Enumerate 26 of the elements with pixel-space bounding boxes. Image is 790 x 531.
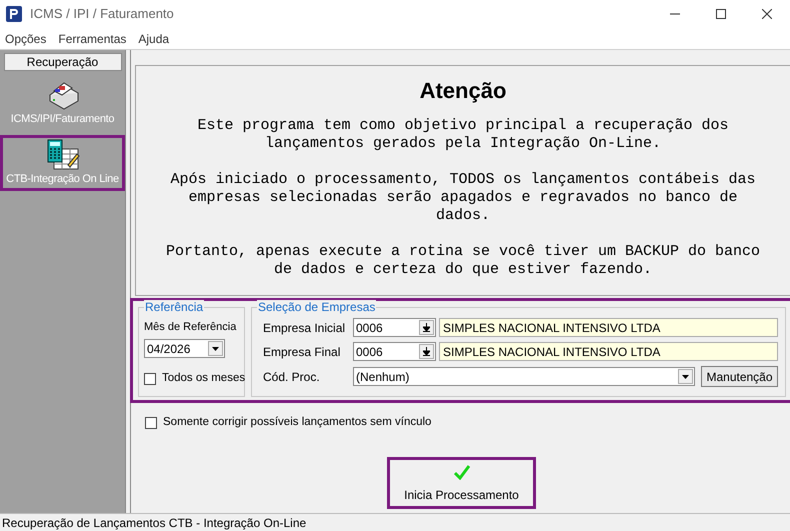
month-dropdown[interactable]: 04/2026 [144,339,225,358]
menu-item[interactable]: Ferramentas [53,30,132,48]
notice-title: Atenção [420,77,506,105]
checkbox[interactable]: Todos os meses [144,370,244,388]
field-label: Empresa Final [263,344,342,360]
group-title: Seleção de Empresas [257,300,376,314]
company-name-field: SIMPLES NACIONAL INTENSIVO LTDA [439,318,778,337]
menu-item[interactable]: Ajuda [133,30,174,48]
start-processing-button[interactable]: Inicia Processamento [387,457,536,510]
field-label: Empresa Inicial [263,320,346,336]
company-name-field: SIMPLES NACIONAL INTENSIVO LTDA [439,342,778,361]
field-label: Cód. Proc. [263,368,321,386]
code-field[interactable]: 0006 [353,342,436,361]
checkbox[interactable]: Somente corrigir possíveis lançamentos sem vínculo [145,414,790,432]
proc-dropdown[interactable]: (Nenhum) [353,367,695,386]
notice-paragraph: Portanto, apenas execute a rotina se você tiver um BACKUP do banco de dados e certeza do que estiver fazendo. [164,243,762,279]
status-bar: Recuperação de Lançamentos CTB - Integração On-Line [0,513,790,531]
maintenance-button[interactable]: Manutenção [701,366,778,387]
menu-item[interactable]: Opções [0,30,52,48]
notice-paragraph: Após iniciado o processamento, TODOS os lançamentos contábeis das empresas selecionadas serão apagados e regravados no banco de dados. [169,171,757,225]
field-label: Mês de Referência [144,320,238,334]
code-field[interactable]: 0006 [353,318,436,337]
window-title: ICMS / IPI / Faturamento [30,5,174,24]
sidebar-header[interactable]: Recuperação [4,53,122,71]
group-title: Referência [144,300,204,314]
notice-paragraph: Este programa tem como objetivo principal a recuperação dos lançamentos gerados pela Integração On-Line. [196,117,730,153]
